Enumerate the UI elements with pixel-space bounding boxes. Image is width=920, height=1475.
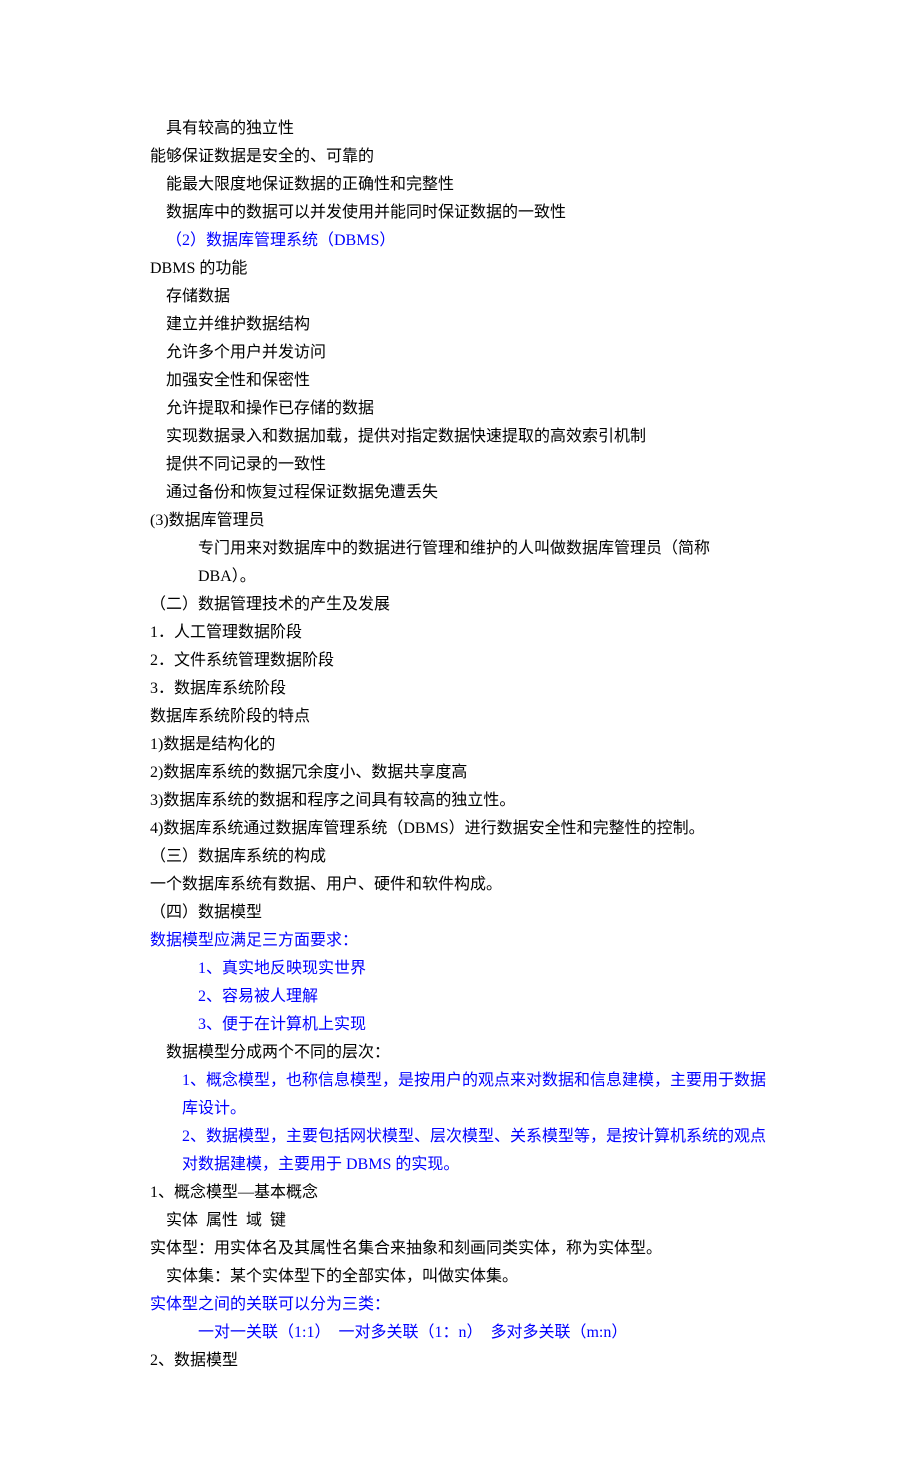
text-line: 专门用来对数据库中的数据进行管理和维护的人叫做数据库管理员（简称 DBA）。	[150, 535, 770, 591]
text-line: 建立并维护数据结构	[150, 311, 770, 339]
text-line: 提供不同记录的一致性	[150, 451, 770, 479]
text-line: 通过备份和恢复过程保证数据免遭丢失	[150, 479, 770, 507]
text-line: 允许提取和操作已存储的数据	[150, 395, 770, 423]
text-line: 加强安全性和保密性	[150, 367, 770, 395]
text-line: 1．人工管理数据阶段	[150, 619, 770, 647]
text-line: 4)数据库系统通过数据库管理系统（DBMS）进行数据安全性和完整性的控制。	[150, 815, 770, 843]
text-line: 存储数据	[150, 283, 770, 311]
text-line: (3)数据库管理员	[150, 507, 770, 535]
text-line: 实体集：某个实体型下的全部实体，叫做实体集。	[150, 1263, 770, 1291]
text-line: 实体型：用实体名及其属性名集合来抽象和刻画同类实体，称为实体型。	[150, 1235, 770, 1263]
text-line: DBMS 的功能	[150, 255, 770, 283]
text-line: 实体型之间的关联可以分为三类：	[150, 1291, 770, 1319]
text-line: 3、便于在计算机上实现	[150, 1011, 770, 1039]
text-line: 具有较高的独立性	[150, 115, 770, 143]
text-line: 2、数据模型	[150, 1347, 770, 1375]
text-line: 实现数据录入和数据加载，提供对指定数据快速提取的高效索引机制	[150, 423, 770, 451]
text-line: （2）数据库管理系统（DBMS）	[150, 227, 770, 255]
text-line: 一个数据库系统有数据、用户、硬件和软件构成。	[150, 871, 770, 899]
text-line: 3．数据库系统阶段	[150, 675, 770, 703]
text-line: （四）数据模型	[150, 899, 770, 927]
text-line: 2)数据库系统的数据冗余度小、数据共享度高	[150, 759, 770, 787]
text-line: 实体 属性 域 键	[150, 1207, 770, 1235]
text-line: 一对一关联（1:1） 一对多关联（1：n） 多对多关联（m:n）	[150, 1319, 770, 1347]
text-line: （三）数据库系统的构成	[150, 843, 770, 871]
document-page: 具有较高的独立性能够保证数据是安全的、可靠的能最大限度地保证数据的正确性和完整性…	[0, 0, 920, 1475]
text-line: 1、真实地反映现实世界	[150, 955, 770, 983]
text-line: 3)数据库系统的数据和程序之间具有较高的独立性。	[150, 787, 770, 815]
text-line: 1、概念模型—基本概念	[150, 1179, 770, 1207]
text-line: 数据模型分成两个不同的层次：	[150, 1039, 770, 1067]
text-line: 1)数据是结构化的	[150, 731, 770, 759]
text-line: （二）数据管理技术的产生及发展	[150, 591, 770, 619]
text-line: 允许多个用户并发访问	[150, 339, 770, 367]
text-line: 数据模型应满足三方面要求：	[150, 927, 770, 955]
document-body: 具有较高的独立性能够保证数据是安全的、可靠的能最大限度地保证数据的正确性和完整性…	[150, 115, 770, 1375]
text-line: 2、数据模型，主要包括网状模型、层次模型、关系模型等，是按计算机系统的观点对数据…	[150, 1123, 770, 1179]
text-line: 能够保证数据是安全的、可靠的	[150, 143, 770, 171]
text-line: 数据库系统阶段的特点	[150, 703, 770, 731]
text-line: 1、概念模型，也称信息模型，是按用户的观点来对数据和信息建模，主要用于数据库设计…	[150, 1067, 770, 1123]
text-line: 能最大限度地保证数据的正确性和完整性	[150, 171, 770, 199]
text-line: 数据库中的数据可以并发使用并能同时保证数据的一致性	[150, 199, 770, 227]
text-line: 2、容易被人理解	[150, 983, 770, 1011]
text-line: 2．文件系统管理数据阶段	[150, 647, 770, 675]
